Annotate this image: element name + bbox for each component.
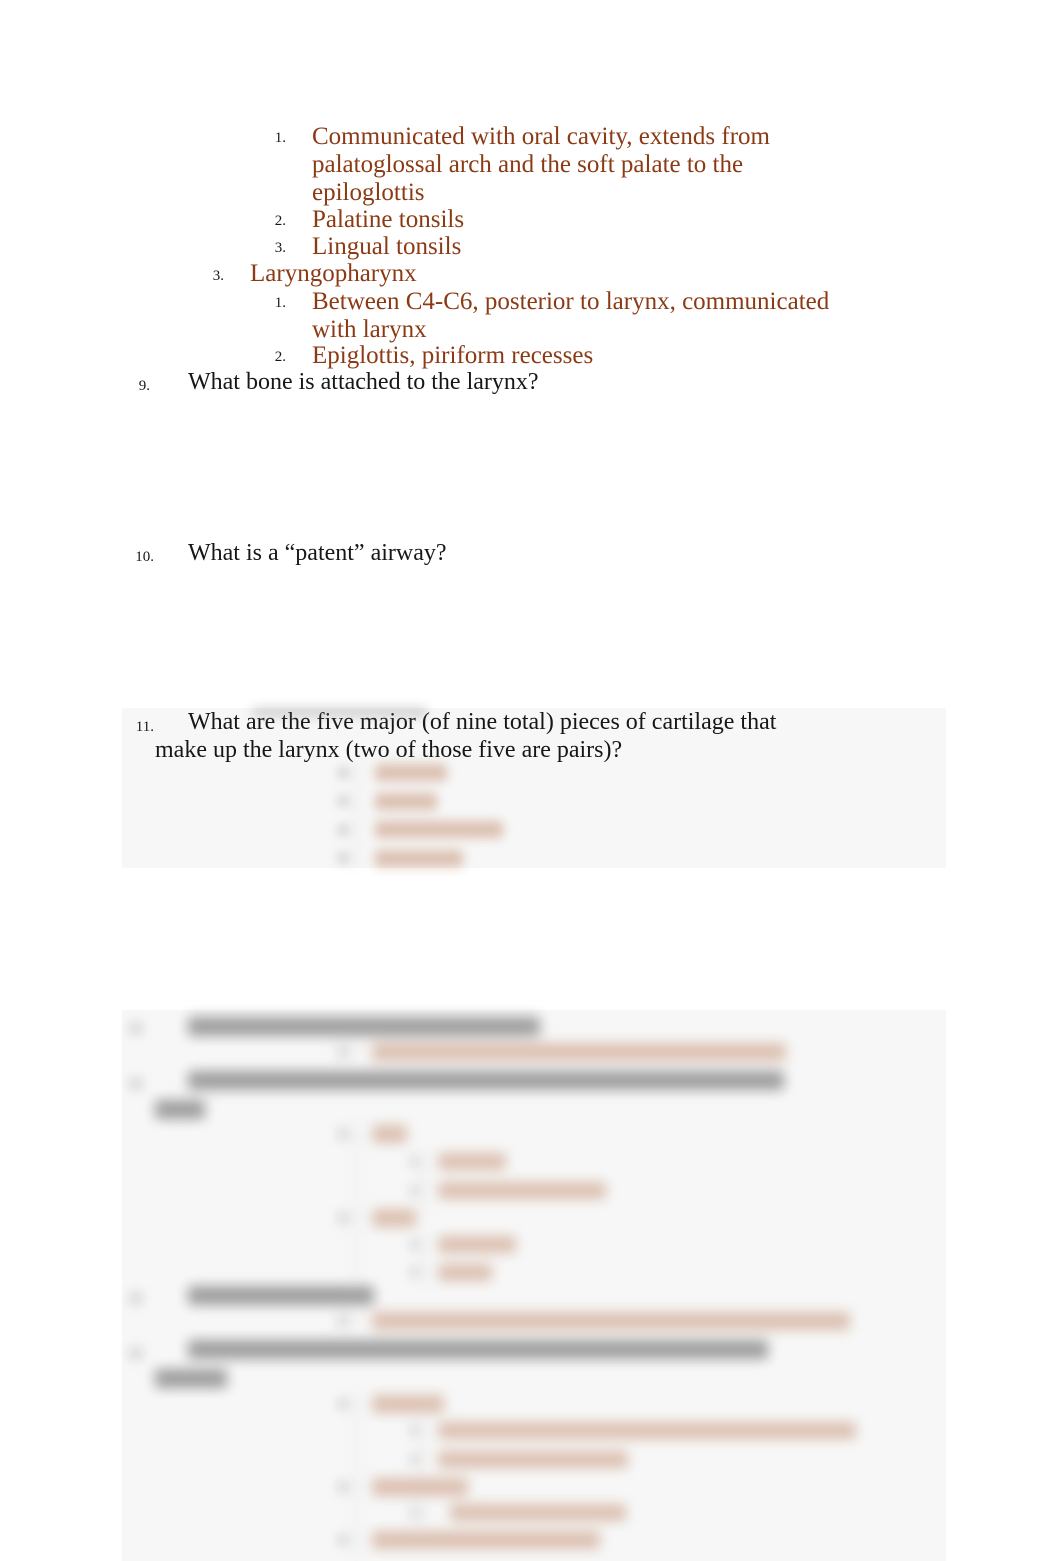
list-item-c4c6-line2: with larynx: [312, 316, 427, 343]
list-item-c4c6-line1: Between C4-C6, posterior to larynx, comm…: [312, 288, 830, 315]
list-marker-laryngopharynx: 3.: [212, 268, 224, 284]
list-marker-laryngopharynx-1: 1.: [274, 295, 286, 311]
question-marker-9: 9.: [138, 378, 150, 394]
list-item-laryngopharynx: Laryngopharynx: [250, 260, 417, 287]
list-item-oropharynx-desc-line1: Communicated with oral cavity, extends f…: [312, 123, 770, 150]
list-marker-3: 3.: [274, 240, 286, 256]
document-page: 1. Communicated with oral cavity, extend…: [0, 0, 1062, 1561]
question-10-text: What is a “patent” airway?: [188, 540, 447, 566]
list-item-epiglottis-piriform: Epiglottis, piriform recesses: [312, 342, 594, 369]
list-item-palatine-tonsils: Palatine tonsils: [312, 206, 465, 233]
list-marker-2: 2.: [274, 213, 286, 229]
list-item-lingual-tonsils: Lingual tonsils: [312, 233, 462, 260]
list-marker-laryngopharynx-2: 2.: [274, 349, 286, 365]
blurred-questions-12-to-15: [120, 1005, 950, 1561]
list-marker-1: 1.: [274, 130, 286, 146]
question-marker-10: 10.: [135, 549, 154, 565]
question-9-text: What bone is attached to the larynx?: [188, 369, 539, 395]
list-item-oropharynx-desc-line3: epiloglottis: [312, 179, 425, 206]
blurred-answers-question-11: [120, 700, 950, 875]
list-item-oropharynx-desc-line2: palatoglossal arch and the soft palate t…: [312, 151, 744, 178]
